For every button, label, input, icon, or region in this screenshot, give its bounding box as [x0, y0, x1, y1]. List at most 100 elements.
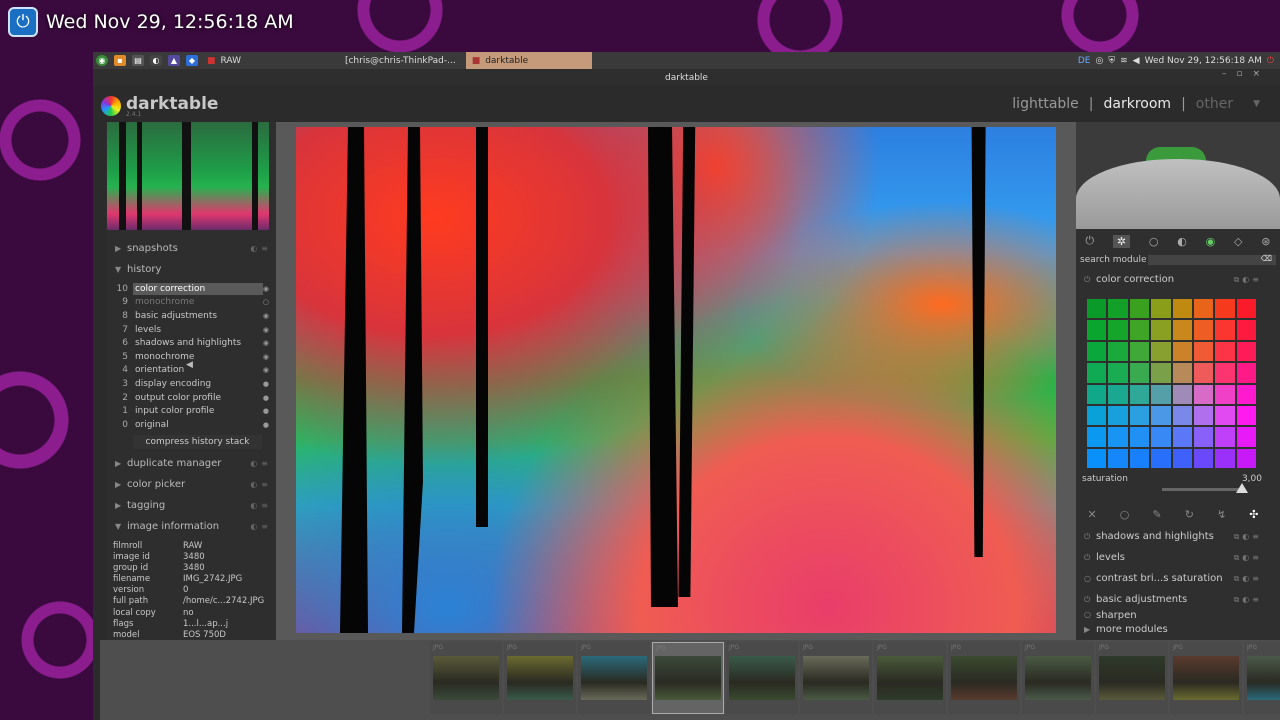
color-cell[interactable] [1128, 404, 1151, 427]
color-cell[interactable] [1128, 298, 1151, 320]
color-cell[interactable] [1107, 319, 1129, 341]
color-cell[interactable] [1214, 383, 1236, 405]
section-history[interactable]: ▼ history [106, 259, 276, 280]
color-cell[interactable] [1086, 383, 1108, 405]
filmstrip-thumbnail[interactable]: JPG [1022, 642, 1094, 714]
view-other[interactable]: other [1196, 96, 1233, 112]
color-cell[interactable] [1171, 298, 1193, 320]
color-cell[interactable] [1086, 447, 1108, 469]
section-color-picker[interactable]: ▶ color picker ◐≡ [106, 474, 276, 495]
color-cell[interactable] [1086, 404, 1108, 427]
search-input[interactable] [1148, 255, 1276, 265]
color-cell[interactable] [1128, 426, 1151, 448]
color-cell[interactable] [1192, 404, 1215, 427]
history-item[interactable]: 3 display encoding ● [114, 377, 276, 391]
app-icon[interactable]: ◐ [150, 55, 162, 66]
color-cell[interactable] [1214, 340, 1236, 363]
color-cell[interactable] [1107, 426, 1129, 448]
color-cell[interactable] [1171, 340, 1193, 363]
section-snapshots[interactable]: ▶ snapshots ◐≡ [106, 238, 276, 259]
tone-group-icon[interactable]: ◐ [1177, 235, 1187, 248]
filmstrip-thumbnail[interactable]: JPG [874, 642, 946, 714]
power-group-icon[interactable]: ⏻ [1085, 234, 1094, 248]
color-cell[interactable] [1150, 383, 1172, 405]
color-cell[interactable] [1235, 340, 1257, 363]
color-cell[interactable] [1128, 362, 1151, 384]
color-cell[interactable] [1192, 426, 1215, 448]
clear-icon[interactable]: ⌫ [1261, 254, 1272, 263]
module-item[interactable]: ○ sharpen [1076, 610, 1270, 622]
color-cell[interactable] [1086, 298, 1108, 320]
color-cell[interactable] [1086, 362, 1108, 384]
basic-group-icon[interactable]: ○ [1149, 235, 1159, 248]
terminal-icon[interactable]: ▤ [132, 55, 144, 66]
files-icon[interactable]: ▪ [114, 55, 126, 66]
window-controls[interactable]: –▫× [1222, 69, 1270, 79]
more-modules[interactable]: ▶ more modules [1076, 622, 1270, 636]
color-group-icon[interactable]: ◉ [1206, 235, 1216, 248]
color-cell[interactable] [1107, 362, 1129, 384]
section-duplicate-manager[interactable]: ▶ duplicate manager ◐≡ [106, 453, 276, 474]
color-cell[interactable] [1150, 426, 1172, 448]
edited-photo[interactable] [296, 127, 1056, 633]
module-item[interactable]: ⏻ basic adjustments ⧉◐≡ [1076, 589, 1270, 610]
color-cell[interactable] [1086, 319, 1108, 341]
tray-clock[interactable]: Wed Nov 29, 12:56:18 AM [1145, 56, 1262, 66]
color-cell[interactable] [1192, 447, 1215, 469]
color-cell[interactable] [1150, 319, 1172, 341]
color-cell[interactable] [1171, 362, 1193, 384]
app3-icon[interactable]: ◆ [186, 55, 198, 66]
app2-icon[interactable]: ▲ [168, 55, 180, 66]
color-cell[interactable] [1214, 426, 1236, 448]
compress-history-button[interactable]: compress history stack [133, 434, 262, 449]
color-cell[interactable] [1150, 404, 1172, 427]
filmstrip-thumbnail[interactable]: JPG [948, 642, 1020, 714]
color-cell[interactable] [1192, 319, 1215, 341]
history-item[interactable]: 6 shadows and highlights ◉ [114, 336, 276, 350]
history-item[interactable]: 9 monochrome ○ [114, 296, 276, 310]
color-cell[interactable] [1235, 319, 1257, 341]
color-cell[interactable] [1192, 362, 1215, 384]
filmstrip-thumbnail[interactable]: JPG [1244, 642, 1280, 714]
color-cell[interactable] [1107, 383, 1129, 405]
color-cell[interactable] [1192, 383, 1215, 405]
module-color-correction[interactable]: ⏻ color correction ⧉◐≡ [1076, 269, 1270, 290]
blend-raster-icon[interactable]: ✣ [1249, 508, 1258, 521]
wifi-icon[interactable]: ≋ [1120, 56, 1128, 66]
history-item[interactable]: 7 levels ◉ [114, 323, 276, 337]
color-cell[interactable] [1150, 447, 1172, 469]
blend-uniform-icon[interactable]: ○ [1120, 508, 1130, 521]
effect-group-icon[interactable]: ⊛ [1261, 235, 1270, 248]
color-correction-grid[interactable] [1086, 298, 1257, 469]
color-cell[interactable] [1192, 340, 1215, 363]
color-cell[interactable] [1171, 426, 1193, 448]
blend-off-icon[interactable]: ✕ [1088, 508, 1097, 521]
color-cell[interactable] [1107, 447, 1129, 469]
history-item[interactable]: 2 output color profile ● [114, 391, 276, 405]
filmstrip-thumbnail[interactable]: JPG [800, 642, 872, 714]
chevron-down-icon[interactable]: ▼ [1253, 99, 1260, 112]
color-cell[interactable] [1214, 362, 1236, 384]
keyboard-layout[interactable]: DE [1078, 56, 1091, 66]
color-cell[interactable] [1150, 298, 1172, 320]
module-item[interactable]: ⏻ shadows and highlights ⧉◐≡ [1076, 526, 1270, 547]
history-item[interactable]: 8 basic adjustments ◉ [114, 309, 276, 323]
filmstrip-thumbnail[interactable]: JPG [652, 642, 724, 714]
color-cell[interactable] [1214, 404, 1236, 427]
color-cell[interactable] [1235, 383, 1257, 405]
color-cell[interactable] [1214, 298, 1236, 320]
color-cell[interactable] [1150, 362, 1172, 384]
task-terminal[interactable]: [chris@chris-ThinkPad-... [339, 52, 462, 69]
favorites-group-icon[interactable]: ✲ [1112, 234, 1131, 248]
module-item[interactable]: ⏻ levels ⧉◐≡ [1076, 547, 1270, 568]
color-cell[interactable] [1086, 426, 1108, 448]
history-item[interactable]: 4 orientation ◉ [114, 364, 276, 378]
history-item[interactable]: 5 monochrome ◉ [114, 350, 276, 364]
task-darktable[interactable]: ■ darktable [465, 52, 592, 69]
history-item[interactable]: 0 original ● [114, 418, 276, 432]
volume-icon[interactable]: ◀ [1133, 56, 1140, 66]
saturation-slider[interactable] [1162, 483, 1248, 493]
color-cell[interactable] [1171, 404, 1193, 427]
color-cell[interactable] [1150, 340, 1172, 363]
filmstrip-thumbnail[interactable]: JPG [1096, 642, 1168, 714]
